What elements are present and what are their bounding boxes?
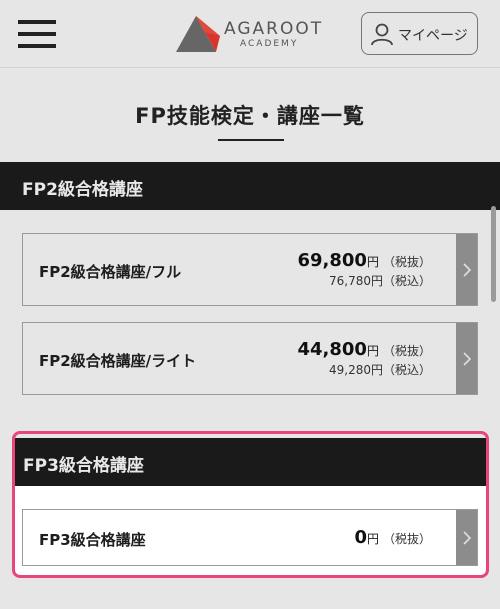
logo-sub-text: ACADEMY (240, 39, 299, 49)
price-yen: 円 (366, 532, 379, 546)
section-title: FP3級合格講座 (23, 456, 144, 476)
chevron-right-icon (463, 262, 472, 277)
course-name: FP2級合格講座/ライト (39, 352, 197, 370)
price-tax-note: （税抜） (382, 344, 431, 358)
course-price: 44,800円 （税抜） 49,280円（税込） (298, 339, 432, 378)
course-price: 0円 （税抜） (354, 527, 431, 548)
course-card-fp2-full[interactable]: FP2級合格講座/フル 69,800円 （税抜） 76,780円（税込） (22, 233, 478, 306)
arrow-panel[interactable] (456, 510, 477, 565)
chevron-right-icon (463, 351, 472, 366)
page-title: FP技能検定・講座一覧 (135, 104, 365, 128)
section-header-fp3: FP3級合格講座 (15, 438, 486, 486)
course-price: 69,800円 （税抜） 76,780円（税込） (298, 250, 432, 289)
title-underline (218, 139, 284, 141)
course-card-fp2-lite[interactable]: FP2級合格講座/ライト 44,800円 （税抜） 49,280円（税込） (22, 322, 478, 395)
price-value: 69,800 (297, 250, 367, 271)
chevron-right-icon (463, 530, 472, 545)
arrow-panel[interactable] (456, 234, 477, 305)
section-title: FP2級合格講座 (22, 180, 143, 200)
header: AGAROOT ACADEMY マイページ (0, 0, 500, 68)
course-name: FP2級合格講座/フル (39, 263, 182, 281)
logo-triangle-icon (176, 16, 220, 52)
mypage-label: マイページ (398, 28, 468, 44)
agaroot-logo[interactable]: AGAROOT ACADEMY (174, 12, 334, 56)
price-value: 0 (354, 527, 367, 548)
arrow-panel[interactable] (456, 323, 477, 394)
price-yen: 円 (366, 344, 379, 358)
section-header-fp2: FP2級合格講座 (0, 162, 500, 210)
price-incl: 49,280円（税込） (329, 363, 431, 377)
scrollbar[interactable] (491, 206, 496, 302)
course-name: FP3級合格講座 (39, 531, 146, 549)
user-icon (371, 23, 393, 46)
price-incl: 76,780円（税込） (329, 274, 431, 288)
hamburger-menu-icon[interactable] (18, 20, 56, 48)
course-card-fp3[interactable]: FP3級合格講座 0円 （税抜） (22, 509, 478, 566)
price-tax-note: （税抜） (382, 255, 431, 269)
price-tax-note: （税抜） (382, 532, 431, 546)
logo-main-text: AGAROOT (224, 19, 324, 39)
price-yen: 円 (366, 255, 379, 269)
mypage-button[interactable]: マイページ (361, 12, 478, 55)
price-value: 44,800 (297, 339, 367, 360)
